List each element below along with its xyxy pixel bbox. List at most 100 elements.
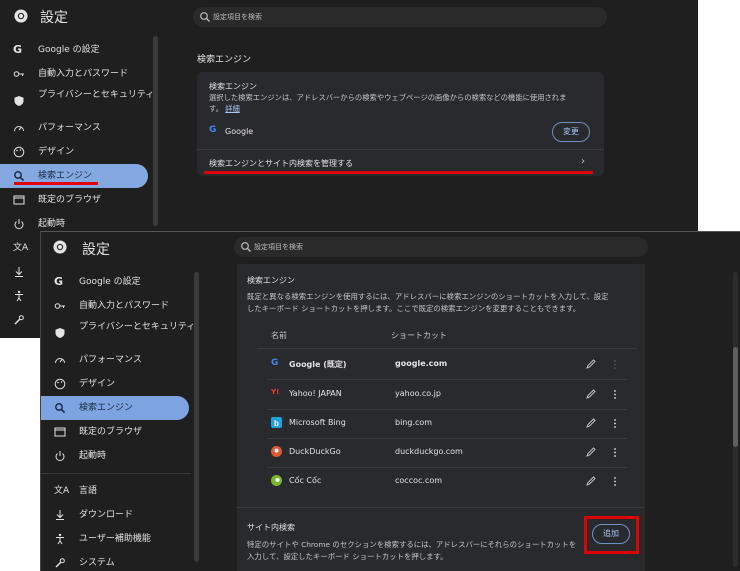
toolbar: 設定 設定項目を検索 xyxy=(0,0,698,34)
speedometer-icon xyxy=(14,126,24,132)
sidebar-item-search-engine[interactable]: 検索エンジン xyxy=(41,396,189,420)
sidebar-scrollbar[interactable] xyxy=(153,36,158,226)
google-g-icon: G xyxy=(54,275,64,288)
site-search-heading: サイト内検索 xyxy=(247,523,295,532)
sidebar-scrollbar[interactable] xyxy=(194,272,199,562)
sidebar-item-google[interactable]: G Google の設定 xyxy=(0,38,160,62)
column-header-name: 名前 xyxy=(271,331,287,340)
manage-link-highlight-underline xyxy=(204,171,593,174)
search-icon xyxy=(14,171,25,182)
search-icon xyxy=(241,242,251,252)
current-engine: Google xyxy=(225,127,254,136)
toolbar: 設定 設定項目を検索 xyxy=(41,232,740,265)
wrench-icon xyxy=(14,315,24,325)
key-icon xyxy=(54,303,65,309)
search-placeholder: 設定項目を検索 xyxy=(213,13,262,21)
coccoc-icon xyxy=(271,475,282,486)
svg-text:b: b xyxy=(274,419,279,428)
settings-window-front: 設定 設定項目を検索 G Google の設定 自動入力とパスワード プライバシー… xyxy=(40,231,740,571)
sidebar-item-autofill[interactable]: 自動入力とパスワード xyxy=(41,294,201,318)
duckduckgo-icon xyxy=(271,446,282,457)
column-header-shortcut: ショートカット xyxy=(391,331,447,340)
sidebar-item-default-browser[interactable]: 既定のブラウザ xyxy=(41,420,201,444)
card-divider xyxy=(197,149,604,150)
browser-window-icon xyxy=(54,427,66,437)
header-divider xyxy=(257,348,637,349)
edit-icon[interactable] xyxy=(586,359,596,369)
sidebar-item-autofill[interactable]: 自動入力とパスワード xyxy=(0,62,160,86)
sidebar-item-on-startup[interactable]: 起動時 xyxy=(41,444,201,468)
google-g-icon: G xyxy=(271,358,279,368)
engine-row-google[interactable]: G Google (既定) google.com xyxy=(267,350,627,380)
download-icon xyxy=(15,267,23,277)
engines-description: 既定と異なる検索エンジンを使用するには、アドレスバーに検索エンジンのショートカッ… xyxy=(247,292,609,313)
search-engine-card: 検索エンジン 選択した検索エンジンは、アドレスバーからの検索やウェブページの画像… xyxy=(197,72,604,176)
section-title: 検索エンジン xyxy=(197,55,252,65)
page-title: 設定 xyxy=(40,10,68,26)
more-icon xyxy=(614,360,616,369)
manage-search-engines-link[interactable]: 検索エンジンとサイト内検索を管理する xyxy=(209,158,353,169)
card-description: 選択した検索エンジンは、アドレスバーからの検索やウェブページの画像からの検索など… xyxy=(209,93,567,113)
search-placeholder: 設定項目を検索 xyxy=(254,243,303,251)
translate-icon: 文A xyxy=(13,243,29,253)
google-g-icon: G xyxy=(209,125,217,135)
search-input[interactable]: 設定項目を検索 xyxy=(193,7,607,27)
shield-icon xyxy=(14,96,24,106)
more-icon[interactable] xyxy=(612,476,618,487)
chrome-logo-icon xyxy=(53,240,67,254)
sidebar-item-appearance[interactable]: デザイン xyxy=(41,372,201,396)
yahoo-icon: Y! xyxy=(271,388,280,396)
sidebar: G Google の設定 自動入力とパスワード プライバシーとセキュリティ パフォ… xyxy=(41,270,201,571)
edit-icon[interactable] xyxy=(586,447,596,457)
download-icon xyxy=(56,510,64,520)
engine-row-duckduckgo[interactable]: DuckDuckGo duckduckgo.com xyxy=(267,438,627,468)
card-title: 検索エンジン xyxy=(209,82,257,91)
accessibility-icon xyxy=(56,533,64,545)
sidebar-divider xyxy=(41,473,191,474)
page-title: 設定 xyxy=(82,242,110,258)
sidebar-item-system[interactable]: システム xyxy=(41,551,201,571)
power-icon xyxy=(55,451,65,462)
sidebar-item-privacy[interactable]: プライバシーとセキュリティ xyxy=(41,318,201,348)
speedometer-icon xyxy=(55,358,65,364)
key-icon xyxy=(13,71,24,77)
more-icon[interactable] xyxy=(612,418,618,429)
bing-icon: b xyxy=(271,417,282,428)
edit-icon[interactable] xyxy=(586,418,596,428)
engine-row-coccoc[interactable]: Cốc Cốc coccoc.com xyxy=(267,467,627,496)
sidebar-item-appearance[interactable]: デザイン xyxy=(0,140,160,164)
palette-icon xyxy=(54,378,66,390)
wrench-icon xyxy=(55,558,65,568)
sidebar-item-default-browser[interactable]: 既定のブラウザ xyxy=(0,188,160,212)
site-search-description: 特定のサイトや Chrome のセクションを検索するには、アドレスバーにそれらの… xyxy=(247,540,577,561)
search-icon xyxy=(55,403,66,414)
sidebar-item-accessibility[interactable]: ユーザー補助機能 xyxy=(41,527,201,551)
sidebar-item-languages[interactable]: 文A 言語 xyxy=(41,479,201,503)
details-link[interactable]: 詳細 xyxy=(225,104,240,113)
section-divider xyxy=(237,507,645,508)
shield-icon xyxy=(55,328,65,338)
engine-row-bing[interactable]: b Microsoft Bing bing.com xyxy=(267,409,627,439)
browser-window-icon xyxy=(13,195,25,205)
add-button-highlight-box xyxy=(584,516,639,554)
sidebar-item-privacy[interactable]: プライバシーとセキュリティ xyxy=(0,86,160,116)
google-g-icon: G xyxy=(13,43,23,56)
search-engine-highlight-underline xyxy=(14,182,98,185)
edit-icon[interactable] xyxy=(586,476,596,486)
more-icon[interactable] xyxy=(612,447,618,458)
engines-heading: 検索エンジン xyxy=(247,276,295,285)
sidebar-item-performance[interactable]: パフォーマンス xyxy=(41,348,201,372)
chevron-right-icon: › xyxy=(581,156,585,167)
sidebar-item-downloads[interactable]: ダウンロード xyxy=(41,503,201,527)
content-scrollbar-thumb[interactable] xyxy=(733,347,738,447)
more-icon[interactable] xyxy=(612,389,618,400)
engine-row-yahoo[interactable]: Y! Yahoo! JAPAN yahoo.co.jp xyxy=(267,380,627,410)
power-icon xyxy=(14,219,24,230)
change-button[interactable]: 変更 xyxy=(552,122,590,142)
palette-icon xyxy=(13,146,25,158)
translate-icon: 文A xyxy=(54,486,70,496)
search-input[interactable]: 設定項目を検索 xyxy=(234,237,648,257)
sidebar-item-performance[interactable]: パフォーマンス xyxy=(0,116,160,140)
edit-icon[interactable] xyxy=(586,389,596,399)
sidebar-item-google[interactable]: G Google の設定 xyxy=(41,270,201,294)
